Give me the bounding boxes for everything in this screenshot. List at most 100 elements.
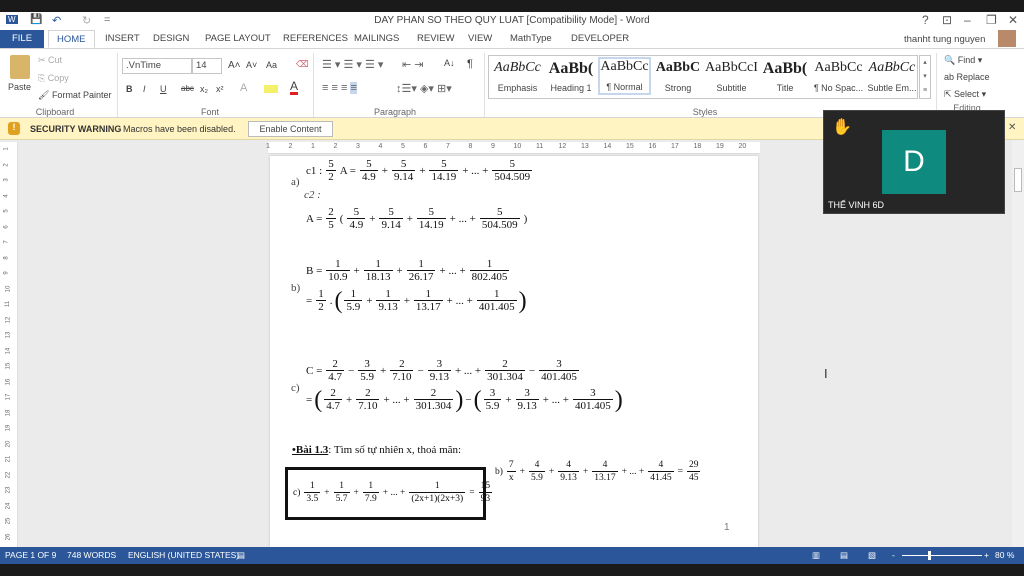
zoom-in-icon[interactable]: + bbox=[984, 550, 989, 560]
change-case-button[interactable]: Aa bbox=[266, 60, 277, 70]
ruler-mark: 3 bbox=[356, 143, 360, 150]
page-count[interactable]: PAGE 1 OF 9 bbox=[5, 550, 56, 560]
grow-font-button[interactable]: A˄ bbox=[228, 60, 241, 71]
tab-view[interactable]: VIEW bbox=[460, 30, 500, 48]
clear-format-icon[interactable]: ⌫ bbox=[296, 59, 309, 70]
ruler-mark: 26 bbox=[5, 533, 12, 540]
redo-icon[interactable]: ↻ bbox=[82, 14, 91, 27]
find-button[interactable]: 🔍 Find ▾ bbox=[944, 55, 982, 66]
justify-icon[interactable]: ≡ bbox=[350, 82, 357, 94]
tab-page-layout[interactable]: PAGE LAYOUT bbox=[197, 30, 279, 48]
web-layout-icon[interactable]: ▧ bbox=[868, 550, 876, 561]
style-normal[interactable]: AaBbCc ¶ Normal bbox=[598, 57, 651, 95]
sort-button[interactable]: A↓ bbox=[444, 58, 455, 68]
indent-icon[interactable]: ⇤ ⇥ bbox=[402, 58, 424, 71]
undo-icon[interactable]: ↶ bbox=[52, 14, 61, 27]
tab-design[interactable]: DESIGN bbox=[145, 30, 197, 48]
denominator: 4.9 bbox=[347, 218, 366, 231]
select-button[interactable]: ⇱ Select ▾ bbox=[944, 89, 986, 100]
user-name[interactable]: thanht tung nguyen bbox=[904, 34, 985, 45]
styles-group-label: Styles bbox=[692, 107, 718, 117]
strikethrough-button[interactable]: abc bbox=[181, 84, 194, 93]
language-status[interactable]: ENGLISH (UNITED STATES) bbox=[128, 550, 239, 560]
enable-content-button[interactable]: Enable Content bbox=[248, 121, 333, 137]
denominator: 7.10 bbox=[390, 370, 414, 383]
customize-icon[interactable]: = bbox=[104, 14, 110, 26]
zoom-out-icon[interactable]: - bbox=[892, 550, 895, 560]
horizontal-ruler[interactable]: 1 2 1 2 3 4 5 6 7 8 9 10 11 12 13 14 15 16 17 18 19 20 bbox=[266, 142, 760, 154]
ribbon-tabs: FILE HOME INSERT DESIGN PAGE LAYOUT REFE… bbox=[0, 30, 1024, 48]
denominator: 802.405 bbox=[469, 270, 510, 283]
tab-developer[interactable]: DEVELOPER bbox=[563, 30, 637, 48]
styles-scroll[interactable]: ▴ ▾ ≡ bbox=[919, 55, 931, 99]
denominator: 401.405 bbox=[572, 399, 613, 412]
italic-button[interactable]: I bbox=[143, 84, 146, 94]
style-heading-1[interactable]: AaBb(Heading 1 bbox=[545, 60, 598, 93]
style-subtitle[interactable]: AaBbCcI Subtitle bbox=[705, 60, 758, 93]
bullets-icon[interactable]: ☰ ▾ ☰ ▾ ☰ ▾ bbox=[322, 58, 383, 71]
read-mode-icon[interactable]: ▥ bbox=[812, 550, 820, 561]
vertical-ruler[interactable]: 1 2 3 4 5 6 7 8 9 10 11 12 13 14 15 16 17 18 19 20 21 22 23 24 2… bbox=[0, 142, 18, 547]
fraction: 3 401.405 bbox=[572, 387, 613, 412]
style-emphasis[interactable]: AaBbCc Emphasis bbox=[491, 60, 544, 93]
replace-button[interactable]: ab Replace bbox=[944, 72, 990, 82]
style-preview: AaBbCcI bbox=[705, 60, 758, 75]
style-no-spac[interactable]: AaBbCc ¶ No Spac... bbox=[812, 60, 865, 93]
ribbon-display-button[interactable]: ⊡ bbox=[942, 13, 952, 27]
zoom-slider[interactable] bbox=[902, 555, 982, 556]
close-button[interactable]: ✕ bbox=[1008, 13, 1018, 27]
text-effects-icon[interactable]: A bbox=[240, 82, 247, 94]
style-subtle-em[interactable]: AaBbCc Subtle Em... bbox=[866, 60, 919, 93]
style-title[interactable]: AaBb(Title bbox=[759, 60, 812, 93]
tab-file[interactable]: FILE bbox=[0, 30, 44, 48]
shrink-font-button[interactable]: A˅ bbox=[246, 60, 257, 70]
math-text: + bbox=[353, 487, 359, 498]
zoom-slider-thumb[interactable] bbox=[928, 551, 931, 560]
minimize-button[interactable]: – bbox=[964, 13, 971, 27]
math-text: + bbox=[406, 212, 413, 225]
tab-insert[interactable]: INSERT bbox=[97, 30, 148, 48]
format-painter-button[interactable]: 🖌 Format Painter bbox=[38, 90, 111, 101]
vertical-scrollbar[interactable] bbox=[1012, 140, 1024, 547]
font-size-select[interactable]: 14 bbox=[192, 58, 222, 74]
tab-home[interactable]: HOME bbox=[48, 30, 95, 48]
highlight-icon[interactable] bbox=[264, 85, 278, 93]
math-text: + ... + bbox=[383, 393, 410, 406]
restore-button[interactable]: ❐ bbox=[986, 13, 997, 27]
equation-exercise-b: b) 7 x +4 5.9 +4 9.13 +4 13.17 + ... +4 41.45 = 29 4… bbox=[493, 459, 702, 484]
close-warning-icon[interactable]: ✕ bbox=[1008, 122, 1016, 133]
show-formatting-button[interactable]: ¶ bbox=[467, 58, 473, 70]
scrollbar-thumb[interactable] bbox=[1014, 168, 1022, 192]
tab-mathtype[interactable]: MathType bbox=[502, 30, 560, 48]
save-icon[interactable]: 💾 bbox=[30, 14, 42, 25]
zoom-level[interactable]: 80 % bbox=[995, 550, 1014, 560]
underline-button[interactable]: U bbox=[160, 84, 167, 94]
word-count[interactable]: 748 WORDS bbox=[67, 550, 116, 560]
tab-references[interactable]: REFERENCES bbox=[275, 30, 356, 48]
fraction: 4 5.9 bbox=[529, 459, 545, 484]
numerator: 7 bbox=[508, 460, 514, 470]
print-layout-icon[interactable]: ▤ bbox=[840, 550, 848, 561]
copy-button[interactable]: ⎘ Copy bbox=[38, 73, 69, 84]
bold-button[interactable]: B bbox=[126, 84, 133, 94]
fraction: 29 45 bbox=[686, 459, 701, 484]
align-icon[interactable]: ≡ ≡ ≡ ≡ bbox=[322, 82, 357, 94]
line-spacing-icon[interactable]: ↕☰▾ ◈▾ ⊞▾ bbox=[396, 82, 452, 95]
video-participant-tile[interactable]: ✋ D THẾ VINH 6D bbox=[823, 110, 1005, 214]
proofing-icon[interactable]: ▤ bbox=[237, 550, 245, 561]
document-page[interactable]: a) c1 : 52A = 5 4.9 +5 9.14 +5 14.19 + ... +5 5… bbox=[270, 156, 758, 547]
subscript-button[interactable]: x₂ bbox=[200, 84, 208, 94]
cut-button[interactable]: ✂ Cut bbox=[38, 55, 62, 66]
font-name-select[interactable]: .VnTime bbox=[122, 58, 192, 74]
help-button[interactable]: ? bbox=[922, 13, 929, 27]
user-avatar[interactable] bbox=[998, 30, 1016, 47]
tab-mailings[interactable]: MAILINGS bbox=[346, 30, 407, 48]
superscript-button[interactable]: x² bbox=[216, 84, 224, 94]
style-strong[interactable]: AaBbC Strong bbox=[652, 60, 705, 93]
font-color-icon[interactable]: A bbox=[290, 80, 299, 95]
tab-review[interactable]: REVIEW bbox=[409, 30, 462, 48]
equation-a1: c1 : 52A = 5 4.9 +5 9.14 +5 14.19 + ... +5 504.… bbox=[304, 158, 534, 183]
numerator: 2 bbox=[502, 358, 508, 370]
style-preview: AaBbCc bbox=[814, 60, 863, 75]
paste-button[interactable]: Paste bbox=[8, 82, 31, 92]
